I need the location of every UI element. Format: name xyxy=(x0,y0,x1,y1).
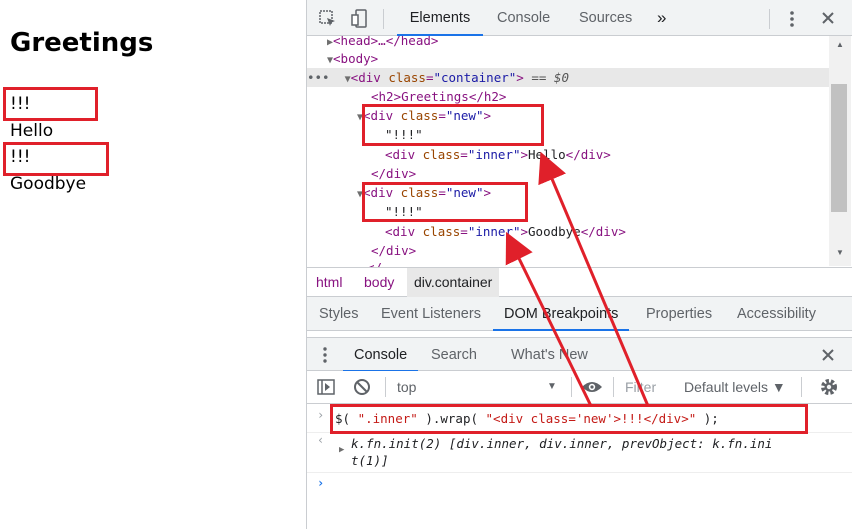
toolbar-separator xyxy=(801,377,802,397)
tree-inner-div-1[interactable]: <div class="inner">Hello</div> xyxy=(385,145,852,164)
console-output[interactable]: › $( ".inner" ).wrap( "<div class='new'>… xyxy=(307,404,852,529)
tree-h2-node[interactable]: <h2>Greetings</h2> xyxy=(371,87,852,106)
tree-body-node[interactable]: ▼<body> xyxy=(327,49,847,68)
drawer-tabs: Console Search What's New xyxy=(307,337,852,372)
context-select-value: top xyxy=(397,379,417,395)
toolbar-separator xyxy=(613,377,614,397)
kebab-menu-icon[interactable] xyxy=(788,10,796,28)
breadcrumb: html body div.container xyxy=(307,267,852,297)
hello-text: Hello xyxy=(10,121,54,141)
toolbar-separator xyxy=(571,377,572,397)
drawer-tab-console[interactable]: Console xyxy=(343,338,419,372)
tree-new-div-1-close[interactable]: </div> xyxy=(371,164,852,183)
devtools-panel: Elements Console Sources » ▶<head>…</hea… xyxy=(306,0,852,529)
drawer-tab-whats-new[interactable]: What's New xyxy=(511,338,588,372)
tree-head-node[interactable]: ▶<head>…</head> xyxy=(327,36,847,50)
bang-text-2: !!! xyxy=(10,147,31,167)
tree-new-div-2[interactable]: ▼<div class="new"> xyxy=(357,183,852,202)
context-select[interactable]: top ▼ xyxy=(397,371,557,403)
tab-sources[interactable]: Sources xyxy=(579,0,632,36)
chevron-down-icon: ▼ xyxy=(547,381,557,392)
gear-icon[interactable] xyxy=(819,377,839,397)
close-icon[interactable] xyxy=(821,11,835,25)
tab-properties[interactable]: Properties xyxy=(646,297,712,331)
drawer-tab-search[interactable]: Search xyxy=(431,338,477,372)
tree-partial-line: </... xyxy=(367,258,852,267)
tree-container-node[interactable]: ••• ▼<div class="container"> == $0 xyxy=(307,68,829,87)
breadcrumb-body[interactable]: body xyxy=(357,268,401,297)
breadcrumb-div-container[interactable]: div.container xyxy=(407,268,500,297)
console-toolbar: top ▼ Filter Default levels ▼ xyxy=(307,371,852,404)
drawer-menu-icon[interactable] xyxy=(322,346,328,364)
elements-tree: ▶<head>…</head> ▼<body> ••• ▼<div class=… xyxy=(307,36,852,267)
filter-input[interactable]: Filter xyxy=(625,371,656,403)
result-chevron-icon: ‹ xyxy=(317,433,325,447)
tab-accessibility[interactable]: Accessibility xyxy=(737,297,816,331)
tab-console[interactable]: Console xyxy=(497,0,550,36)
goodbye-text: Goodbye xyxy=(10,174,87,194)
tree-bang-text-2[interactable]: "!!!" xyxy=(385,202,852,221)
default-levels-dropdown[interactable]: Default levels ▼ xyxy=(684,371,786,403)
console-result-line-2[interactable]: t(1)] xyxy=(351,452,389,469)
tab-elements[interactable]: Elements xyxy=(397,0,483,36)
tree-bang-text-1[interactable]: "!!!" xyxy=(385,125,852,144)
console-divider xyxy=(307,472,852,473)
tab-styles[interactable]: Styles xyxy=(319,297,359,331)
devtools-toolbar: Elements Console Sources » xyxy=(307,0,852,36)
more-tabs-button[interactable]: » xyxy=(657,0,666,36)
eye-icon[interactable] xyxy=(581,380,603,394)
rendered-page: Greetings !!! Hello !!! Goodbye xyxy=(0,0,306,529)
elements-scrollbar[interactable]: ▲ ▼ xyxy=(829,36,851,266)
page-heading: Greetings xyxy=(10,28,154,58)
inspect-element-icon[interactable] xyxy=(319,10,337,28)
device-toolbar-icon[interactable] xyxy=(351,9,369,29)
bang-text-1: !!! xyxy=(10,94,31,114)
scrollbar-thumb[interactable] xyxy=(831,84,847,212)
tab-event-listeners[interactable]: Event Listeners xyxy=(381,297,481,331)
tree-inner-div-2[interactable]: <div class="inner">Goodbye</div> xyxy=(385,222,852,241)
scroll-up-icon[interactable]: ▲ xyxy=(836,40,844,49)
breadcrumb-html[interactable]: html xyxy=(309,268,349,297)
clear-console-icon[interactable] xyxy=(353,378,371,396)
drawer-close-icon[interactable] xyxy=(821,348,835,362)
toolbar-separator xyxy=(383,9,384,29)
tree-new-div-1[interactable]: ▼<div class="new"> xyxy=(357,106,852,125)
console-divider xyxy=(307,432,852,433)
toolbar-separator xyxy=(385,377,386,397)
input-chevron-icon: › xyxy=(317,408,325,422)
tab-dom-breakpoints[interactable]: DOM Breakpoints xyxy=(493,297,630,331)
sidebar-toggle-icon[interactable] xyxy=(317,379,335,395)
console-input-command[interactable]: $( ".inner" ).wrap( "<div class='new'>!!… xyxy=(335,410,719,427)
expand-triangle-icon[interactable]: ▶ xyxy=(339,445,344,455)
toolbar-separator xyxy=(769,9,770,29)
console-result-line-1[interactable]: k.fn.init(2) [div.inner, div.inner, prev… xyxy=(351,435,772,452)
prompt-chevron-icon[interactable]: › xyxy=(317,476,324,490)
sidebar-tabs: Styles Event Listeners DOM Breakpoints P… xyxy=(307,297,852,331)
scroll-down-icon[interactable]: ▼ xyxy=(836,248,844,257)
